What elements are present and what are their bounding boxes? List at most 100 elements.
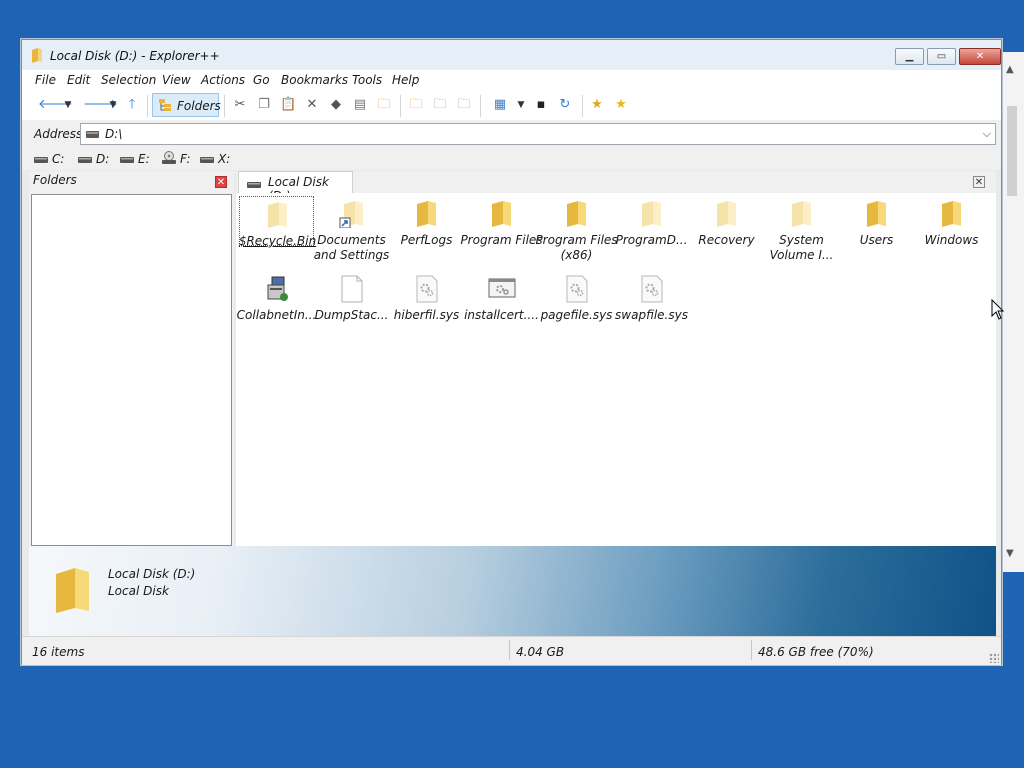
- toolbar-separator: [400, 95, 401, 117]
- file-name: Documents and Settings: [313, 233, 390, 262]
- explorer-window: Local Disk (D:) - Explorer++ ▁ ▭ ✕ File …: [21, 39, 1002, 665]
- back-arrow-icon[interactable]: 🡐: [38, 97, 73, 113]
- close-folders-pane-button[interactable]: ✕: [215, 176, 227, 188]
- info-panel: Local Disk (D:) Local Disk: [29, 546, 996, 636]
- menu-bookmarks[interactable]: Bookmarks: [281, 73, 348, 87]
- folders-toggle-button[interactable]: Folders: [152, 93, 221, 117]
- folder-icon: [792, 201, 811, 227]
- menu-edit[interactable]: Edit: [67, 73, 90, 87]
- scrollbar-thumb[interactable]: [1007, 106, 1017, 196]
- file-name: Recovery: [698, 233, 755, 247]
- scroll-down-icon[interactable]: ▼: [1006, 548, 1014, 559]
- move-to-folder-icon[interactable]: 🗀: [456, 97, 472, 113]
- status-item-count: 16 items: [32, 645, 85, 659]
- file-name: ProgramD...: [615, 233, 688, 247]
- menu-view[interactable]: View: [162, 73, 191, 87]
- status-size: 4.04 GB: [516, 645, 565, 659]
- file-name: Windows: [924, 233, 979, 247]
- file-name: Program Files (x86): [535, 233, 618, 262]
- menu-selection[interactable]: Selection: [101, 73, 156, 87]
- copy-to-folder-icon[interactable]: 🗀: [432, 97, 448, 113]
- drive-icon: [120, 157, 134, 163]
- folders-button-label: Folders: [177, 99, 221, 113]
- system-file-icon: [641, 275, 663, 303]
- folder-icon: [268, 202, 287, 228]
- maximize-button[interactable]: ▭: [927, 48, 956, 65]
- search-folder-icon[interactable]: 🗀: [376, 97, 392, 113]
- forward-arrow-icon[interactable]: 🡒: [83, 97, 118, 113]
- paste-icon[interactable]: 📋: [280, 97, 296, 113]
- folder-shortcut-icon: [339, 201, 363, 228]
- file-icon: [341, 275, 363, 303]
- address-input[interactable]: D:\ ⌵: [80, 123, 996, 145]
- bookmarks-icon[interactable]: ★: [613, 97, 629, 113]
- drive-icon: [78, 157, 92, 163]
- up-arrow-icon[interactable]: 🡑: [124, 97, 140, 113]
- close-tab-button[interactable]: ✕: [973, 176, 985, 188]
- toolbar-separator: [480, 95, 481, 117]
- back-dropdown-icon[interactable]: ▼: [60, 97, 76, 113]
- file-name: hiberfil.sys: [393, 308, 460, 322]
- drive-icon: [86, 131, 99, 138]
- menu-actions[interactable]: Actions: [201, 73, 245, 87]
- resize-grip[interactable]: [989, 653, 999, 663]
- menu-file[interactable]: File: [35, 73, 56, 87]
- title-bar[interactable]: Local Disk (D:) - Explorer++ ▁ ▭ ✕: [22, 40, 1001, 70]
- folder-icon: [492, 201, 511, 227]
- command-prompt-icon[interactable]: ▪: [533, 97, 549, 113]
- toolbar-separator: [224, 95, 225, 117]
- menu-go[interactable]: Go: [253, 73, 270, 87]
- chevron-down-icon[interactable]: ⌵: [983, 127, 991, 141]
- folder-tree-icon: [159, 99, 171, 111]
- properties-icon[interactable]: ▤: [352, 97, 368, 113]
- copy-icon[interactable]: ❐: [256, 97, 272, 113]
- file-list: $Recycle.Bin Documents and Settings Perf…: [236, 193, 996, 546]
- toolbar-separator: [582, 95, 583, 117]
- drive-icon: [247, 182, 261, 188]
- new-folder-icon[interactable]: 🗀: [408, 97, 424, 113]
- mouse-cursor-icon: [991, 299, 1005, 320]
- folder-icon: [717, 201, 736, 227]
- scroll-up-icon[interactable]: ▲: [1006, 64, 1014, 75]
- delete-icon[interactable]: ✕: [304, 97, 320, 113]
- folder-icon: [642, 201, 661, 227]
- drive-label: E:: [138, 152, 150, 166]
- system-file-icon: [416, 275, 438, 303]
- file-name: PerfLogs: [400, 233, 453, 247]
- drive-icon: [200, 157, 214, 163]
- file-name: installcert....: [464, 308, 539, 322]
- address-label: Address: [34, 127, 83, 141]
- close-button[interactable]: ✕: [959, 48, 1001, 65]
- menu-bar: File Edit Selection View Actions Go Book…: [22, 70, 1001, 90]
- file-name: System Volume I...: [769, 233, 834, 262]
- menu-help[interactable]: Help: [392, 73, 419, 87]
- refresh-icon[interactable]: ↻: [557, 97, 573, 113]
- app-folder-icon: [32, 48, 42, 63]
- folder-icon: [867, 201, 886, 227]
- installer-exe-icon: [267, 276, 288, 301]
- file-name: Program Files: [460, 233, 543, 247]
- delete-permanently-icon[interactable]: ◆: [328, 97, 344, 113]
- minimize-button[interactable]: ▁: [895, 48, 924, 65]
- file-item-recycle-bin[interactable]: $Recycle.Bin: [239, 196, 316, 248]
- file-name: pagefile.sys: [540, 308, 613, 322]
- forward-dropdown-icon[interactable]: ▼: [105, 97, 121, 113]
- address-bar: Address D:\ ⌵: [22, 120, 1001, 148]
- folder-icon: [417, 201, 436, 227]
- file-name: DumpStac...: [314, 308, 389, 322]
- system-file-icon: [566, 275, 588, 303]
- folder-icon: [942, 201, 961, 227]
- add-bookmark-icon[interactable]: ★: [589, 97, 605, 113]
- tab-local-disk-d[interactable]: Local Disk (D:): [238, 171, 353, 203]
- drive-label: C:: [52, 152, 65, 166]
- info-type: Local Disk: [108, 584, 169, 598]
- views-icon[interactable]: ▦: [492, 97, 508, 113]
- drive-icon: [34, 157, 48, 163]
- cut-icon[interactable]: ✂: [232, 97, 248, 113]
- views-dropdown-icon[interactable]: ▼: [513, 97, 529, 113]
- drive-label: D:: [96, 152, 110, 166]
- menu-tools[interactable]: Tools: [352, 73, 382, 87]
- folder-tree[interactable]: [31, 194, 232, 546]
- drive-bar: C: D: E: F: X:: [22, 148, 1001, 170]
- cd-drive-icon: [162, 151, 176, 164]
